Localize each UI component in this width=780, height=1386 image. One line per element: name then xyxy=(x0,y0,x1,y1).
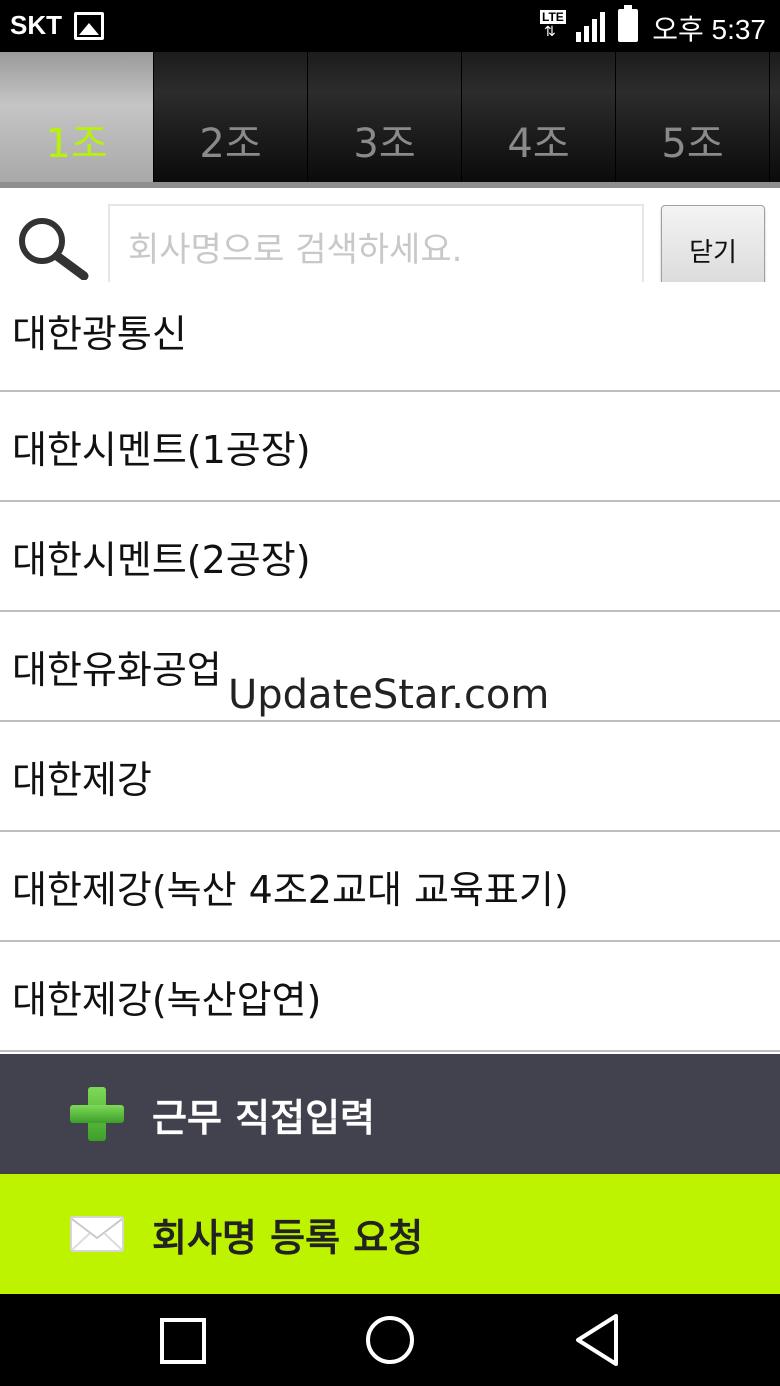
lte-icon: LTE ⇅ xyxy=(540,10,570,40)
navigation-bar xyxy=(0,1294,780,1386)
plus-icon xyxy=(70,1087,124,1141)
company-name: 대한제강(녹산압연) xyxy=(12,977,322,1022)
company-list: 대한광통신 대한시멘트(1공장) 대한시멘트(2공장) 대한유화공업 대한제강 … xyxy=(0,282,780,1054)
home-icon[interactable] xyxy=(366,1316,414,1364)
list-item[interactable]: 대한유화공업 xyxy=(0,612,780,722)
register-request-button[interactable]: 회사명 등록 요청 xyxy=(0,1174,780,1294)
shift-tab-bar: 1조 2조 3조 4조 5조 xyxy=(0,52,780,188)
tab-overflow[interactable] xyxy=(770,52,780,184)
direct-input-button[interactable]: 근무 직접입력 xyxy=(0,1054,780,1174)
company-name: 대한제강 xyxy=(12,757,152,802)
tab-label: 3조 xyxy=(353,121,416,167)
direct-input-label: 근무 직접입력 xyxy=(152,1095,375,1140)
recent-apps-icon[interactable] xyxy=(160,1318,206,1364)
list-item[interactable]: 대한제강(녹산압연) xyxy=(0,942,780,1052)
company-name: 대한광통신 xyxy=(12,311,187,356)
tab-shift-2[interactable]: 2조 xyxy=(154,52,307,184)
list-item[interactable]: 대한시멘트(2공장) xyxy=(0,502,780,612)
company-name: 대한시멘트(2공장) xyxy=(12,537,311,582)
battery-icon xyxy=(618,5,638,42)
data-arrows-icon: ⇅ xyxy=(544,24,556,40)
tab-label: 5조 xyxy=(661,121,724,167)
search-icon xyxy=(19,218,89,280)
list-item[interactable]: 대한제강 xyxy=(0,722,780,832)
clock: 오후 5:37 xyxy=(652,14,766,45)
mail-icon xyxy=(70,1216,124,1252)
tab-underline xyxy=(0,182,780,188)
gallery-notification-icon xyxy=(74,12,104,40)
company-name: 대한제강(녹산 4조2교대 교육표기) xyxy=(12,867,569,912)
tab-shift-1[interactable]: 1조 xyxy=(0,52,153,184)
tab-shift-4[interactable]: 4조 xyxy=(462,52,615,184)
tab-label: 1조 xyxy=(45,121,108,167)
tab-label: 4조 xyxy=(507,121,570,167)
network-type: LTE xyxy=(540,10,566,24)
tab-shift-3[interactable]: 3조 xyxy=(308,52,461,184)
signal-icon xyxy=(576,12,605,42)
status-bar: SKT LTE ⇅ 오후 5:37 xyxy=(0,0,780,52)
company-name: 대한시멘트(1공장) xyxy=(12,427,311,472)
list-item[interactable]: 대한제강(녹산 4조2교대 교육표기) xyxy=(0,832,780,942)
back-icon[interactable] xyxy=(574,1312,620,1368)
register-request-label: 회사명 등록 요청 xyxy=(152,1215,424,1260)
list-item[interactable]: 대한시멘트(1공장) xyxy=(0,392,780,502)
carrier-name: SKT xyxy=(10,10,62,40)
company-name: 대한유화공업 xyxy=(12,647,222,692)
list-item[interactable]: 대한광통신 xyxy=(0,282,780,392)
tab-shift-5[interactable]: 5조 xyxy=(616,52,769,184)
tab-label: 2조 xyxy=(199,121,262,167)
